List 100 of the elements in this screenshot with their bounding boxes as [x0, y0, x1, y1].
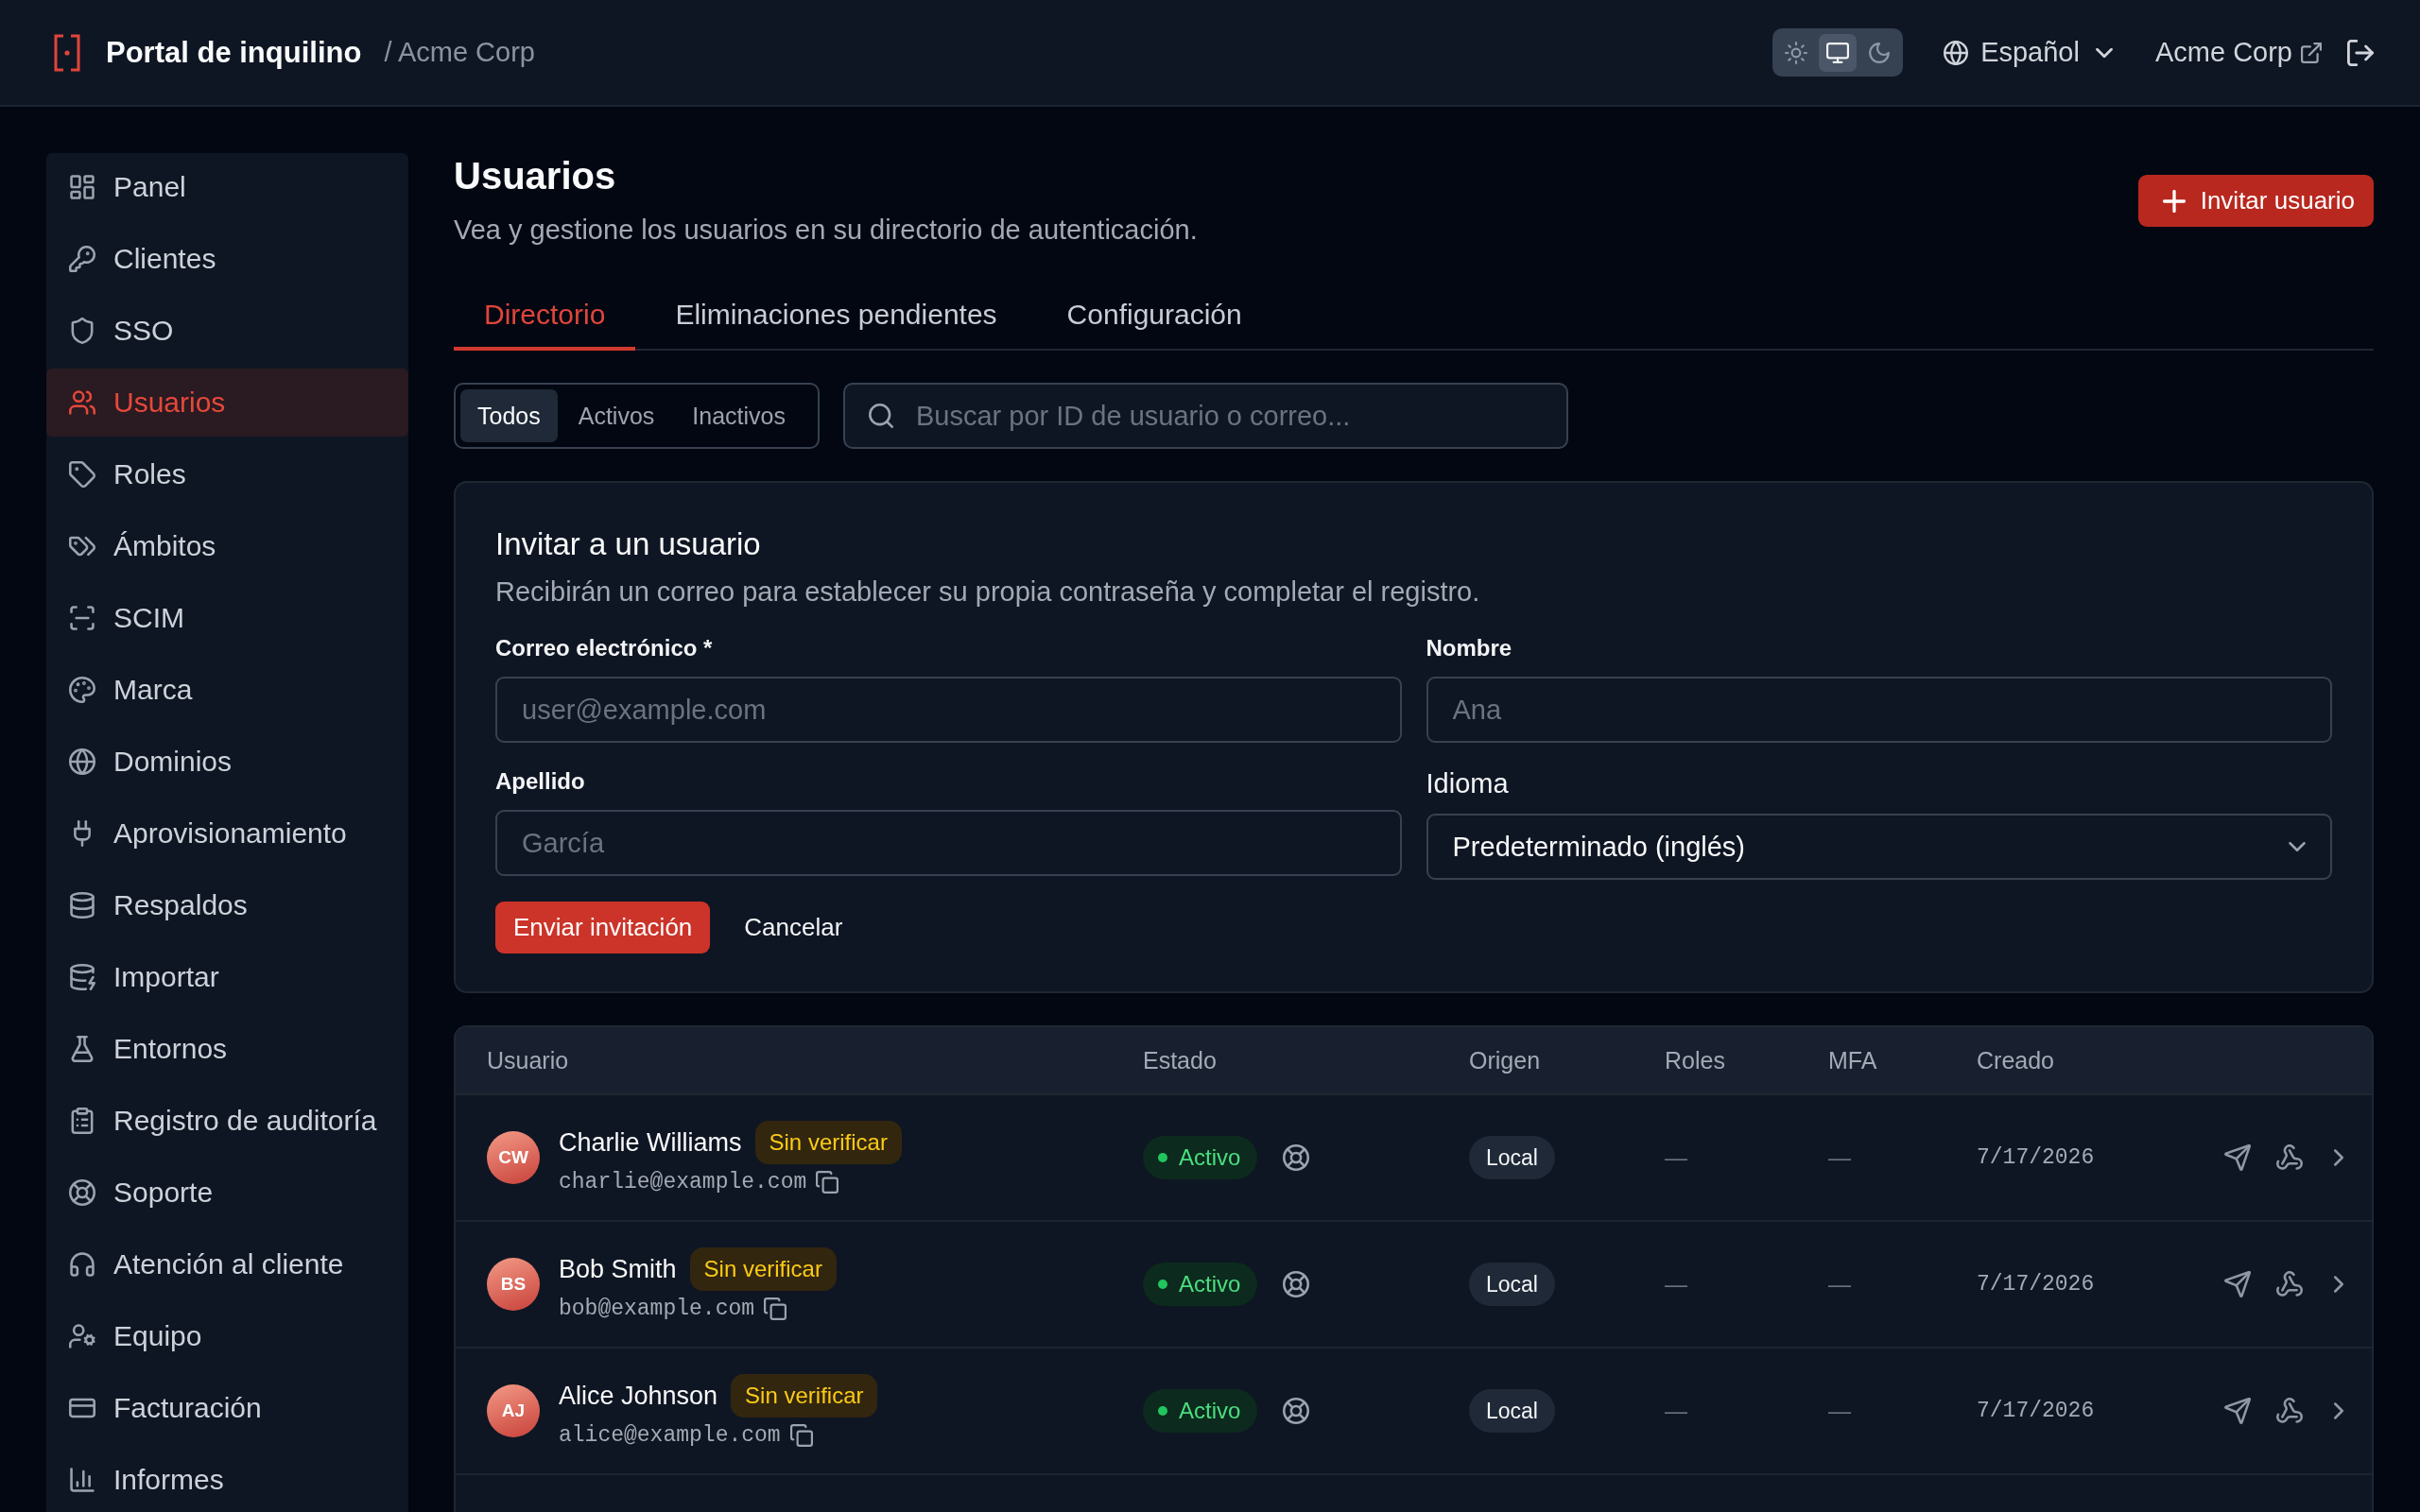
tab[interactable]: Configuración: [1036, 285, 1272, 351]
webhook-icon[interactable]: [2276, 1398, 2303, 1424]
tab[interactable]: Directorio: [454, 285, 636, 351]
search-icon: [869, 404, 893, 428]
sidebar-item[interactable]: Atención al cliente: [46, 1230, 408, 1298]
sidebar-item[interactable]: Ámbitos: [46, 512, 408, 580]
avatar: BS: [487, 1258, 540, 1311]
card-title: Invitar a un usuario: [495, 525, 762, 563]
input-field[interactable]: user@example.com: [495, 677, 1402, 743]
sidebar-item[interactable]: Clientes: [46, 225, 408, 293]
globe-icon: [69, 748, 95, 775]
created-date: 7/17/2026: [1977, 1399, 2095, 1423]
card-description: Recibirán un correo para establecer su propia contraseña y completar el registro.: [495, 576, 1481, 609]
verification-badge: Sin verificar: [731, 1374, 878, 1418]
column-header: Creado: [1977, 1046, 2054, 1074]
copy-icon[interactable]: [764, 1297, 787, 1320]
dashboard-grid-icon: [69, 174, 95, 200]
chevron-right-icon[interactable]: [2334, 1276, 2343, 1293]
language-selector[interactable]: Español: [1944, 37, 2113, 68]
sidebar-item[interactable]: Marca: [46, 656, 408, 724]
bracket-logo-icon: [54, 33, 80, 72]
sidebar-item[interactable]: SCIM: [46, 584, 408, 652]
mfa-cell: —: [1828, 1144, 1851, 1170]
column-header: Origen: [1469, 1046, 1541, 1074]
sidebar-item[interactable]: Soporte: [46, 1159, 408, 1227]
send-invite-button[interactable]: Enviar invitación: [495, 902, 711, 954]
breadcrumb: / Acme Corp: [384, 37, 535, 68]
status-dot-icon: [1158, 1280, 1167, 1289]
sidebar-item[interactable]: Facturación: [46, 1374, 408, 1442]
field-label: Idioma: [1426, 767, 1509, 800]
sidebar-item[interactable]: Roles: [46, 440, 408, 508]
external-link-icon: [2301, 42, 2322, 63]
sidebar-item[interactable]: Equipo: [46, 1302, 408, 1370]
scan-frame-icon: [69, 605, 95, 631]
input-field[interactable]: García: [495, 810, 1402, 876]
database-icon: [69, 892, 95, 919]
sidebar-item[interactable]: Usuarios: [46, 369, 408, 437]
sidebar-item[interactable]: Informes: [46, 1446, 408, 1512]
send-icon[interactable]: [2224, 1144, 2251, 1171]
sun-icon: [1785, 41, 1808, 64]
chevron-down-icon: [2289, 842, 2306, 851]
verification-badge: Sin verificar: [689, 1247, 837, 1291]
tab[interactable]: Eliminaciones pendientes: [645, 285, 1028, 351]
input-field[interactable]: Ana: [1426, 677, 2332, 743]
lifebuoy-icon[interactable]: [1283, 1144, 1310, 1171]
logout-icon[interactable]: [2347, 39, 2374, 66]
search-field[interactable]: Buscar por ID de usuario o correo...: [843, 383, 1568, 449]
sidebar-item[interactable]: Registro de auditoría: [46, 1087, 408, 1155]
sidebar-item[interactable]: SSO: [46, 297, 408, 365]
sidebar-item[interactable]: Entornos: [46, 1015, 408, 1083]
field-label: Apellido: [495, 767, 585, 796]
sidebar-item[interactable]: Dominios: [46, 728, 408, 796]
users-icon: [69, 389, 95, 416]
roles-cell: —: [1665, 1271, 1687, 1297]
roles-cell: —: [1665, 1144, 1687, 1170]
status-dot-icon: [1158, 1153, 1167, 1162]
user-gear-icon: [69, 1323, 95, 1349]
cancel-button[interactable]: Cancelar: [723, 902, 864, 954]
status-label: Activo: [1179, 1144, 1241, 1171]
sidebar-item[interactable]: Importar: [46, 943, 408, 1011]
shield-icon: [69, 318, 95, 344]
chevron-right-icon[interactable]: [2334, 1402, 2343, 1419]
column-header: Estado: [1143, 1046, 1217, 1074]
bar-chart-icon: [69, 1467, 95, 1493]
status-label: Activo: [1179, 1271, 1241, 1297]
chevron-right-icon[interactable]: [2334, 1149, 2343, 1166]
theme-option-button[interactable]: [1819, 33, 1858, 72]
status-label: Activo: [1179, 1398, 1241, 1424]
sidebar-item[interactable]: Respaldos: [46, 871, 408, 939]
user-name: Bob Smith: [559, 1254, 677, 1284]
copy-icon[interactable]: [816, 1171, 839, 1194]
verification-badge: Sin verificar: [754, 1121, 902, 1164]
avatar: AJ: [487, 1384, 540, 1437]
tenant-link[interactable]: Acme Corp: [2154, 37, 2322, 68]
app-title: Portal de inquilino: [106, 35, 362, 70]
origin-tag: Local: [1469, 1389, 1555, 1433]
sidebar-item[interactable]: Panel: [46, 153, 408, 221]
send-icon[interactable]: [2224, 1271, 2251, 1297]
flask-icon: [69, 1036, 95, 1062]
webhook-icon[interactable]: [2276, 1271, 2303, 1297]
send-icon[interactable]: [2224, 1398, 2251, 1424]
lifebuoy-icon[interactable]: [1283, 1398, 1310, 1424]
user-name: Alice Johnson: [559, 1381, 718, 1411]
filter-button[interactable]: Inactivos: [675, 389, 803, 442]
invite-user-button[interactable]: Invitar usuario: [2137, 175, 2374, 227]
user-email: bob@example.com: [559, 1297, 755, 1321]
sidebar-item[interactable]: Aprovisionamiento: [46, 799, 408, 868]
user-email: charlie@example.com: [559, 1170, 807, 1194]
globe-icon: [1944, 40, 1969, 65]
copy-icon[interactable]: [789, 1424, 813, 1447]
filter-button[interactable]: Activos: [561, 389, 672, 442]
column-header: MFA: [1828, 1046, 1877, 1074]
language-select[interactable]: Predeterminado (inglés): [1426, 814, 2332, 880]
monitor-icon: [1826, 41, 1850, 64]
chevron-down-icon: [2095, 47, 2113, 58]
webhook-icon[interactable]: [2276, 1144, 2303, 1171]
filter-button[interactable]: Todos: [460, 389, 558, 442]
page-title: Usuarios: [454, 154, 617, 198]
moon-icon: [1868, 41, 1892, 64]
lifebuoy-icon[interactable]: [1283, 1271, 1310, 1297]
